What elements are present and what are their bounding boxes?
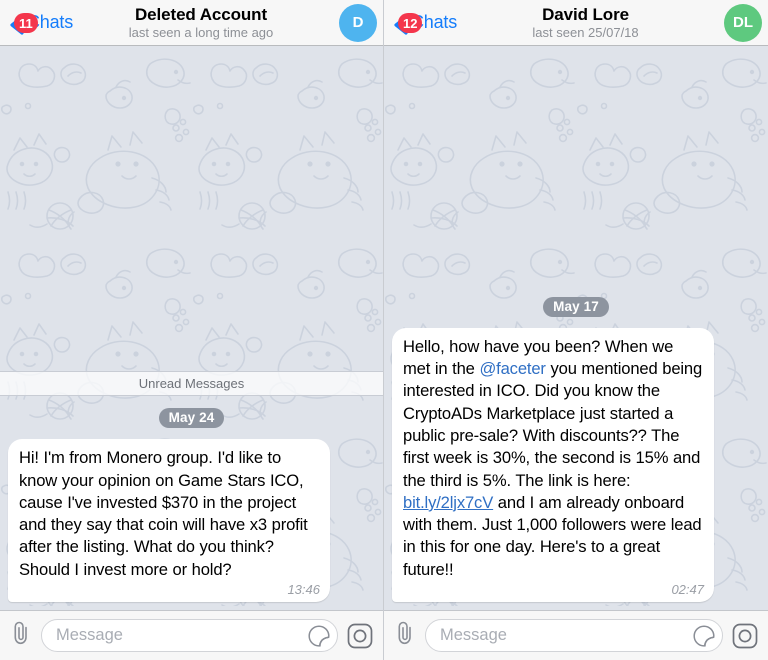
unread-chats-badge-left: 11 — [14, 13, 38, 33]
message-row-left: Hi! I'm from Monero group. I'd like to k… — [0, 439, 383, 602]
chat-panel-left: 11 Chats Deleted Account last seen a lon… — [0, 0, 384, 660]
chat-title-right: David Lore — [542, 4, 629, 24]
date-separator-right: May 17 — [384, 296, 768, 317]
camera-icon[interactable] — [346, 622, 374, 650]
paperclip-icon[interactable] — [393, 620, 417, 651]
chat-header-right: 12 Chats David Lore last seen 25/07/18 D… — [384, 0, 768, 46]
message-input-bar-right — [384, 610, 768, 660]
back-to-chats-button-right[interactable]: 12 Chats — [384, 12, 457, 35]
chat-status-left: last seen a long time ago — [128, 24, 274, 40]
message-bubble-left[interactable]: Hi! I'm from Monero group. I'd like to k… — [8, 439, 330, 602]
chat-header-left: 11 Chats Deleted Account last seen a lon… — [0, 0, 383, 46]
message-input-field-left[interactable] — [41, 619, 338, 652]
messages-container-right: May 17 Hello, how have you been? When we… — [384, 296, 768, 610]
camera-icon[interactable] — [731, 622, 759, 650]
date-pill-left: May 24 — [158, 408, 225, 429]
url-link[interactable]: bit.ly/2ljx7cV — [403, 493, 493, 512]
chat-title-left: Deleted Account — [135, 4, 268, 24]
unread-messages-divider: Unread Messages — [0, 371, 383, 397]
paperclip-icon[interactable] — [9, 620, 33, 651]
chat-title-block-right[interactable]: David Lore last seen 25/07/18 — [447, 5, 724, 41]
mention-link[interactable]: @faceter — [479, 359, 546, 378]
message-input-left[interactable] — [56, 626, 307, 645]
sticker-icon[interactable] — [307, 624, 331, 648]
message-list-left[interactable]: Unread Messages May 24 Hi! I'm from Mone… — [0, 46, 383, 610]
message-row-right: Hello, how have you been? When we met in… — [384, 327, 768, 602]
message-text-left: Hi! I'm from Monero group. I'd like to k… — [19, 448, 308, 579]
messages-container-left: Unread Messages May 24 Hi! I'm from Mone… — [0, 371, 383, 610]
message-text-right: Hello, how have you been? When we met in… — [403, 336, 704, 581]
message-time-left: 13:46 — [287, 582, 320, 597]
message-time-right: 02:47 — [671, 582, 704, 597]
date-pill-right: May 17 — [543, 296, 609, 317]
back-to-chats-button-left[interactable]: 11 Chats — [0, 12, 73, 35]
message-input-field-right[interactable] — [425, 619, 723, 652]
date-separator-left: May 24 — [0, 408, 383, 429]
chat-title-block-left[interactable]: Deleted Account last seen a long time ag… — [63, 5, 339, 41]
chat-panel-right: 12 Chats David Lore last seen 25/07/18 D… — [384, 0, 768, 660]
message-input-bar-left — [0, 610, 383, 660]
message-list-right[interactable]: May 17 Hello, how have you been? When we… — [384, 46, 768, 610]
unread-chats-badge-right: 12 — [398, 13, 423, 33]
message-input-right[interactable] — [440, 626, 692, 645]
avatar-right[interactable]: DL — [724, 3, 762, 42]
avatar-left[interactable]: D — [339, 3, 377, 42]
message-bubble-right[interactable]: Hello, how have you been? When we met in… — [392, 327, 714, 602]
message-text-part2: you mentioned being interested in ICO. D… — [403, 359, 703, 490]
chat-status-right: last seen 25/07/18 — [532, 24, 639, 40]
telegram-dual-chat-screenshot: 11 Chats Deleted Account last seen a lon… — [0, 0, 768, 660]
sticker-icon[interactable] — [692, 624, 716, 648]
